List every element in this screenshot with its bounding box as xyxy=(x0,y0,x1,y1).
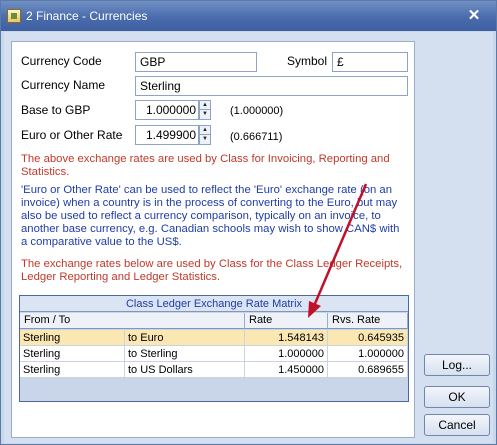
ok-button[interactable]: OK xyxy=(424,386,490,408)
column-header-from-to[interactable]: From / To xyxy=(20,313,245,329)
app-icon xyxy=(7,9,21,23)
spin-down-icon[interactable]: ▼ xyxy=(200,110,210,119)
table-row[interactable]: Sterling to Euro 1.548143 0.645935 xyxy=(20,330,408,346)
to-cell: to Sterling xyxy=(125,346,245,362)
spin-up-icon[interactable]: ▲ xyxy=(200,126,210,135)
title-bar[interactable]: 2 Finance - Currencies ✕ xyxy=(1,1,496,31)
currency-code-label: Currency Code xyxy=(21,54,102,68)
note-line: a comparative value to the US$. xyxy=(21,236,182,248)
spin-up-icon[interactable]: ▲ xyxy=(200,101,210,110)
from-cell: Sterling xyxy=(20,346,125,362)
to-cell: to US Dollars xyxy=(125,362,245,378)
currency-name-input[interactable]: Sterling xyxy=(135,76,408,96)
base-rate-spinner[interactable]: ▲ ▼ xyxy=(199,100,211,120)
rate-cell: 1.450000 xyxy=(245,362,328,378)
base-rate-label: Base to GBP xyxy=(21,103,91,117)
currency-name-label: Currency Name xyxy=(21,78,106,92)
note-line: invoice) when a country is in the proces… xyxy=(21,197,398,209)
close-icon[interactable]: ✕ xyxy=(464,7,484,25)
base-rate-inverse: (1.000000) xyxy=(230,105,284,117)
currency-form-panel: Currency Code GBP Symbol £ Currency Name… xyxy=(11,41,415,438)
rvs-rate-cell: 0.689655 xyxy=(328,362,408,378)
log-button[interactable]: Log... xyxy=(424,354,490,376)
euro-rate-input[interactable]: 1.499900 xyxy=(135,125,199,145)
table-row[interactable]: Sterling to Sterling 1.000000 1.000000 xyxy=(20,346,408,362)
rvs-rate-cell: 1.000000 xyxy=(328,346,408,362)
note-line: Ledger Reporting and Ledger Statistics. xyxy=(21,271,221,283)
rate-cell: 1.548143 xyxy=(245,330,328,346)
euro-rate-inverse: (0.666711) xyxy=(230,131,283,143)
ledger-note: The exchange rates below are used by Cla… xyxy=(21,258,402,284)
symbol-input[interactable]: £ xyxy=(332,52,408,72)
note-line: The exchange rates below are used by Cla… xyxy=(21,258,403,270)
exchange-rate-matrix[interactable]: Class Ledger Exchange Rate Matrix From /… xyxy=(19,295,409,402)
spin-down-icon[interactable]: ▼ xyxy=(200,135,210,144)
column-header-rate[interactable]: Rate xyxy=(245,313,328,329)
note-line: also be used to reflect a currency compa… xyxy=(21,210,381,222)
currencies-dialog: 2 Finance - Currencies ✕ Currency Code G… xyxy=(0,0,497,445)
note-line: The above exchange rates are used by Cla… xyxy=(21,153,390,165)
currency-code-input[interactable]: GBP xyxy=(135,52,257,72)
rvs-rate-cell: 0.645935 xyxy=(328,330,408,346)
symbol-label: Symbol xyxy=(287,54,328,68)
base-rate-input[interactable]: 1.000000 xyxy=(135,100,199,120)
dialog-body: Currency Code GBP Symbol £ Currency Name… xyxy=(4,32,493,443)
cancel-button[interactable]: Cancel xyxy=(424,414,490,436)
from-cell: Sterling xyxy=(20,330,125,346)
matrix-title: Class Ledger Exchange Rate Matrix xyxy=(20,296,408,312)
table-row[interactable]: Sterling to US Dollars 1.450000 0.689655 xyxy=(20,362,408,378)
to-cell: to Euro xyxy=(125,330,245,346)
window-title: 2 Finance - Currencies xyxy=(26,9,148,23)
from-cell: Sterling xyxy=(20,362,125,378)
rate-cell: 1.000000 xyxy=(245,346,328,362)
euro-rate-spinner[interactable]: ▲ ▼ xyxy=(199,125,211,145)
invoicing-note: The above exchange rates are used by Cla… xyxy=(21,153,390,179)
note-line: another base currency, e.g. Canadian sch… xyxy=(21,223,400,235)
note-line: 'Euro or Other Rate' can be used to refl… xyxy=(21,184,392,196)
euro-rate-note: 'Euro or Other Rate' can be used to refl… xyxy=(21,184,399,249)
note-line: Statistics. xyxy=(21,166,70,178)
column-header-rvs-rate[interactable]: Rvs. Rate xyxy=(328,313,408,329)
euro-rate-label: Euro or Other Rate xyxy=(21,128,123,142)
